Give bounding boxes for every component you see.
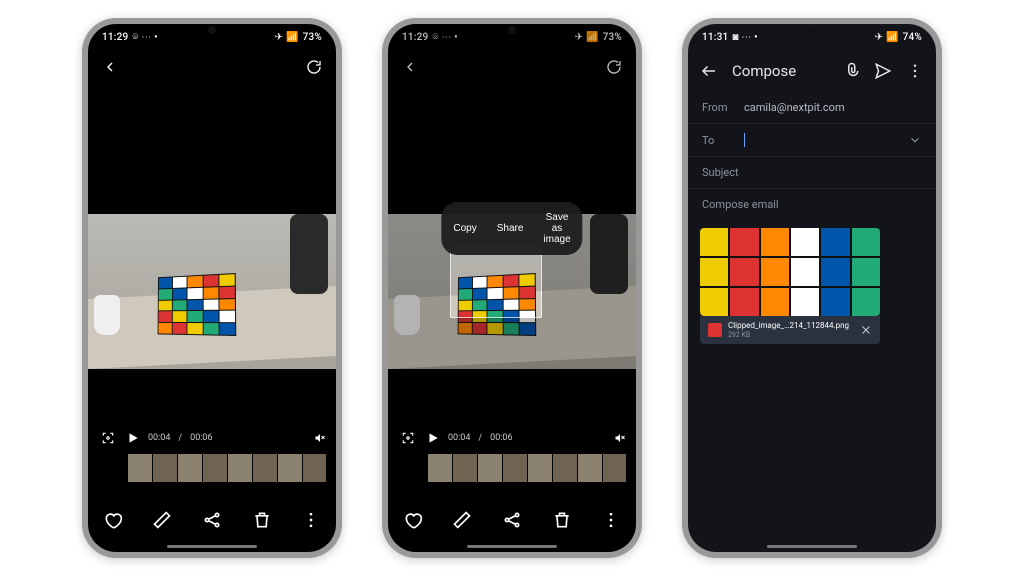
home-indicator[interactable] [167,545,257,548]
back-icon[interactable] [102,59,118,75]
camera-notch [808,26,816,34]
top-bar [88,50,336,84]
play-icon[interactable] [426,431,440,445]
edit-button[interactable] [147,505,177,535]
attachment-block: Clipped_image_…214_112844.png 292 KB [700,228,924,344]
refresh-icon[interactable] [306,59,322,75]
phone-2-screen: 11:29 ⌾ ⋯ • ✈ 📶 73% [388,24,636,552]
edit-button[interactable] [447,505,477,535]
rubiks-cube [458,273,537,336]
refresh-icon[interactable] [606,59,622,75]
video-area[interactable]: 00:04 / 00:06 [88,84,336,552]
send-icon[interactable] [874,62,892,80]
status-indicators: ⌾ ⋯ • [432,32,457,43]
attachment-filename: Clipped_image_…214_112844.png [728,321,854,330]
status-indicators: ◙ ⋯ • [732,32,758,43]
copy-button[interactable]: Copy [443,208,486,249]
delete-button[interactable] [547,505,577,535]
total-time: 00:06 [190,433,212,443]
compose-top-bar: Compose [688,50,936,92]
favorite-button[interactable] [98,505,128,535]
camera-notch [208,26,216,34]
remove-attachment-icon[interactable] [860,324,872,336]
mute-icon[interactable] [314,432,326,444]
from-value: camila@nextpit.com [744,101,845,114]
expand-recipients-icon[interactable] [908,133,922,147]
subject-placeholder: Subject [702,166,739,179]
camera-notch [508,26,516,34]
share-popup-button[interactable]: Share [487,208,534,249]
more-button[interactable] [296,505,326,535]
phone-3-frame: 11:31 ◙ ⋯ • ✈ 📶 74% Compose [682,18,942,558]
clip-action-popup: Copy Share Save as image [441,202,582,255]
more-icon[interactable] [906,62,924,80]
video-frame [88,214,336,369]
status-battery: 73% [303,32,322,43]
status-network: ✈ 📶 [875,32,899,43]
body-field[interactable]: Compose email [688,189,936,220]
playback-row: 00:04 / 00:06 [398,424,626,452]
elapsed-time: 00:04 [448,433,470,443]
attachment-preview[interactable] [700,228,880,316]
status-indicators: ⌾ ⋯ • [132,32,157,43]
from-label: From [702,101,734,114]
elapsed-time: 00:04 [148,433,170,443]
status-network: ✈ 📶 [575,32,599,43]
play-icon[interactable] [126,431,140,445]
three-phone-stage: 11:29 ⌾ ⋯ • ✈ 📶 73% [0,0,1024,576]
home-indicator[interactable] [767,545,857,548]
status-battery: 73% [603,32,622,43]
back-icon[interactable] [402,59,418,75]
mute-icon[interactable] [614,432,626,444]
home-indicator[interactable] [467,545,557,548]
status-network: ✈ 📶 [275,32,299,43]
to-label: To [702,134,734,147]
from-field[interactable]: From camila@nextpit.com [688,92,936,124]
favorite-button[interactable] [398,505,428,535]
bottom-toolbar [388,498,636,542]
compose-title: Compose [732,62,796,80]
attachment-chip: Clipped_image_…214_112844.png 292 KB [700,316,880,344]
save-as-image-button[interactable]: Save as image [533,208,580,249]
timeline-thumbnails[interactable] [128,454,326,482]
to-field[interactable]: To [688,124,936,157]
attachment-size: 292 KB [728,331,854,339]
rubiks-cube [158,273,237,336]
total-time: 00:06 [490,433,512,443]
timeline-thumbnails[interactable] [428,454,626,482]
playback-row: 00:04 / 00:06 [98,424,326,452]
status-time: 11:29 [102,32,128,43]
share-button[interactable] [197,505,227,535]
phone-2-frame: 11:29 ⌾ ⋯ • ✈ 📶 73% [382,18,642,558]
bottom-toolbar [88,498,336,542]
phone-1-screen: 11:29 ⌾ ⋯ • ✈ 📶 73% [88,24,336,552]
more-button[interactable] [596,505,626,535]
status-time: 11:31 [702,32,728,43]
subject-field[interactable]: Subject [688,157,936,189]
phone-1-frame: 11:29 ⌾ ⋯ • ✈ 📶 73% [82,18,342,558]
back-arrow-icon[interactable] [700,62,718,80]
attach-icon[interactable] [842,62,860,80]
share-button[interactable] [497,505,527,535]
video-area[interactable]: Copy Share Save as image 00:04 / 00:06 [388,84,636,552]
phone-3-screen: 11:31 ◙ ⋯ • ✈ 📶 74% Compose [688,24,936,552]
delete-button[interactable] [247,505,277,535]
status-time: 11:29 [402,32,428,43]
text-cursor [744,133,745,147]
focus-square-icon[interactable] [98,431,118,445]
top-bar [388,50,636,84]
image-type-icon [708,323,722,337]
focus-square-icon[interactable] [398,431,418,445]
status-battery: 74% [903,32,922,43]
body-placeholder: Compose email [702,198,779,211]
